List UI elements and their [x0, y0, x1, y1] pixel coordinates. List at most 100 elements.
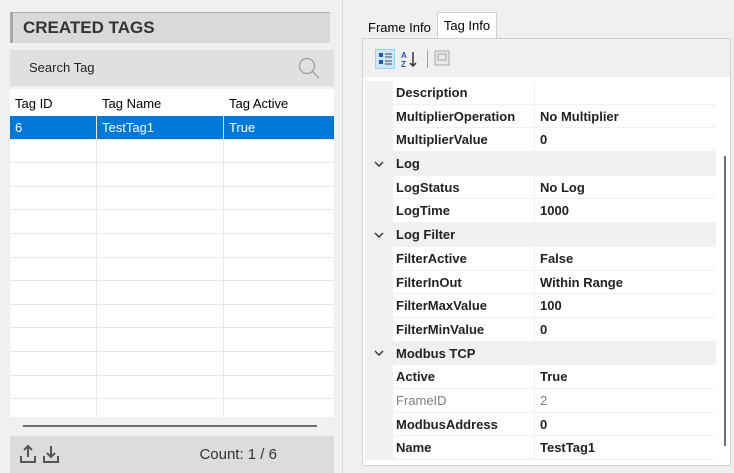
- property-value[interactable]: 0: [535, 318, 716, 342]
- property-value[interactable]: 0: [535, 128, 716, 153]
- cell-tag-name[interactable]: [97, 328, 224, 351]
- cell-tag-active[interactable]: [224, 210, 334, 233]
- property-row[interactable]: FrameID 2: [365, 388, 716, 413]
- cell-tag-name[interactable]: [97, 257, 224, 281]
- property-row[interactable]: FilterMinValue 0: [365, 317, 716, 342]
- cell-tag-id[interactable]: 6: [10, 116, 97, 139]
- cell-tag-name[interactable]: [97, 163, 224, 186]
- cell-tag-id[interactable]: [10, 351, 97, 375]
- column-header-tag-id[interactable]: Tag ID: [10, 94, 97, 111]
- cell-tag-active[interactable]: [224, 376, 334, 399]
- cell-tag-active[interactable]: True: [224, 116, 334, 139]
- table-row[interactable]: [10, 163, 334, 187]
- cell-tag-name[interactable]: [97, 399, 224, 417]
- cell-tag-id[interactable]: [10, 233, 97, 257]
- property-row[interactable]: FilterMaxValue 100: [365, 294, 716, 318]
- property-category[interactable]: Modbus TCP: [365, 341, 716, 366]
- table-row[interactable]: [10, 399, 334, 417]
- property-row[interactable]: Name TestTag1: [365, 436, 716, 460]
- download-icon[interactable]: [42, 444, 60, 464]
- chevron-down-icon[interactable]: [365, 223, 393, 247]
- cell-tag-id[interactable]: [10, 139, 97, 163]
- table-row[interactable]: [10, 351, 334, 376]
- chevron-down-icon[interactable]: [365, 152, 393, 176]
- cell-tag-active[interactable]: [224, 352, 334, 375]
- cell-tag-name[interactable]: [97, 304, 224, 328]
- tags-table[interactable]: Tag ID Tag Name Tag Active 6 TestTag1 True: [10, 89, 334, 417]
- property-value[interactable]: No Log: [535, 176, 716, 200]
- cell-tag-id[interactable]: [10, 375, 97, 399]
- property-value[interactable]: 0: [535, 413, 716, 437]
- property-value[interactable]: TestTag1: [535, 436, 716, 460]
- table-row[interactable]: [10, 139, 334, 164]
- cell-tag-name[interactable]: [97, 210, 224, 233]
- table-row[interactable]: [10, 186, 334, 211]
- table-row[interactable]: [10, 328, 334, 352]
- cell-tag-id[interactable]: [10, 304, 97, 328]
- cell-tag-id[interactable]: [10, 186, 97, 210]
- property-row[interactable]: FilterInOut Within Range: [365, 270, 716, 295]
- property-value[interactable]: 100: [535, 294, 716, 318]
- property-value[interactable]: No Multiplier: [535, 105, 716, 129]
- property-value[interactable]: Within Range: [535, 271, 716, 295]
- property-value[interactable]: [535, 81, 716, 105]
- search-input[interactable]: Search Tag: [10, 50, 334, 86]
- tab-frame-info[interactable]: Frame Info: [362, 15, 437, 39]
- property-category[interactable]: Log: [365, 152, 716, 176]
- table-row[interactable]: [10, 281, 334, 305]
- table-row[interactable]: [10, 375, 334, 400]
- cell-tag-name[interactable]: [97, 375, 224, 399]
- property-row[interactable]: Description: [365, 81, 716, 105]
- cell-tag-active[interactable]: [224, 281, 334, 304]
- cell-tag-name[interactable]: [97, 233, 224, 257]
- cell-tag-id[interactable]: [10, 257, 97, 281]
- cell-tag-name[interactable]: [97, 281, 224, 304]
- property-pages-icon[interactable]: [433, 49, 453, 69]
- horizontal-scrollbar[interactable]: [23, 425, 317, 427]
- property-row[interactable]: Active True: [365, 365, 716, 389]
- tab-tag-info[interactable]: Tag Info: [436, 12, 498, 39]
- cell-tag-id[interactable]: [10, 399, 97, 417]
- cell-tag-active[interactable]: [224, 328, 334, 351]
- categorized-icon[interactable]: [375, 49, 395, 69]
- property-row[interactable]: FilterActive False: [365, 246, 716, 271]
- cell-tag-name[interactable]: [97, 186, 224, 210]
- property-value[interactable]: False: [535, 247, 716, 271]
- property-value[interactable]: True: [535, 365, 716, 389]
- property-grid[interactable]: Description MultiplierOperation No Multipl…: [365, 81, 716, 465]
- table-row[interactable]: 6 TestTag1 True: [10, 116, 334, 140]
- cell-tag-active[interactable]: [224, 163, 334, 186]
- cell-tag-active[interactable]: [224, 234, 334, 257]
- table-row[interactable]: [10, 210, 334, 234]
- property-value[interactable]: 1000: [535, 199, 716, 224]
- cell-tag-active[interactable]: [224, 399, 334, 417]
- chevron-down-icon[interactable]: [365, 341, 393, 366]
- cell-tag-active[interactable]: [224, 305, 334, 328]
- cell-tag-id[interactable]: [10, 281, 97, 304]
- property-row[interactable]: MultiplierOperation No Multiplier: [365, 104, 716, 129]
- property-row[interactable]: LogStatus No Log: [365, 175, 716, 200]
- cell-tag-id[interactable]: [10, 210, 97, 233]
- column-header-tag-active[interactable]: Tag Active: [224, 94, 334, 111]
- property-value[interactable]: 2: [535, 389, 716, 413]
- vertical-scrollbar[interactable]: [724, 156, 726, 446]
- property-row[interactable]: LogTime 1000: [365, 199, 716, 224]
- cell-tag-active[interactable]: [224, 258, 334, 281]
- table-row[interactable]: [10, 233, 334, 258]
- table-row[interactable]: [10, 304, 334, 329]
- cell-tag-active[interactable]: [224, 140, 334, 163]
- search-icon[interactable]: [298, 57, 320, 79]
- upload-icon[interactable]: [19, 444, 37, 464]
- alphabetical-sort-icon[interactable]: A Z: [399, 49, 419, 69]
- column-header-tag-name[interactable]: Tag Name: [97, 94, 224, 111]
- cell-tag-name[interactable]: TestTag1: [97, 116, 224, 139]
- cell-tag-id[interactable]: [10, 328, 97, 351]
- cell-tag-name[interactable]: [97, 139, 224, 163]
- cell-tag-name[interactable]: [97, 351, 224, 375]
- cell-tag-id[interactable]: [10, 163, 97, 186]
- cell-tag-active[interactable]: [224, 187, 334, 210]
- property-category[interactable]: Log Filter: [365, 223, 716, 247]
- table-row[interactable]: [10, 257, 334, 282]
- property-row[interactable]: ModbusAddress 0: [365, 412, 716, 437]
- property-row[interactable]: MultiplierValue 0: [365, 128, 716, 153]
